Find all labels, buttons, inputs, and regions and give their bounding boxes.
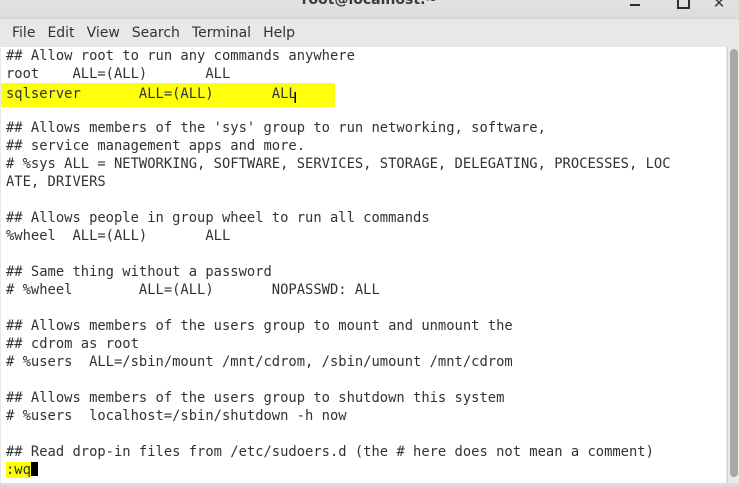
terminal-line: # %sys ALL = NETWORKING, SOFTWARE, SERVI…	[6, 156, 671, 172]
text-cursor	[30, 462, 38, 476]
terminal-line: ## service management apps and more.	[6, 138, 306, 154]
minimize-button[interactable]	[624, 0, 646, 12]
menu-help[interactable]: Help	[257, 25, 301, 41]
menu-file[interactable]: File	[0, 25, 41, 41]
menu-view[interactable]: View	[81, 25, 126, 41]
ibeam-cursor-icon: Ⅰ	[293, 89, 298, 107]
maximize-icon	[676, 0, 690, 9]
terminal-view[interactable]: ## Allow root to run any commands anywhe…	[1, 47, 726, 483]
terminal-line: ## Allows members of the users group to …	[6, 390, 505, 406]
terminal-line: # %users ALL=/sbin/mount /mnt/cdrom, /sb…	[6, 354, 513, 370]
scrollbar[interactable]	[727, 47, 739, 483]
terminal-line: ## Allow root to run any commands anywhe…	[6, 48, 355, 64]
minimize-icon	[630, 4, 640, 6]
terminal-line: ## Same thing without a password	[6, 264, 272, 280]
terminal-line-highlighted: sqlserver ALL=(ALL) ALL	[6, 86, 297, 102]
terminal-line: ## Read drop-in files from /etc/sudoers.…	[6, 444, 654, 460]
title-bar: root@localhost:~ ✕	[0, 0, 739, 19]
menu-search[interactable]: Search	[126, 25, 186, 41]
close-button[interactable]: ✕	[708, 0, 730, 12]
terminal-line: ## Allows people in group wheel to run a…	[6, 210, 430, 226]
terminal-line: ## cdrom as root	[6, 336, 139, 352]
terminal-line: # %wheel ALL=(ALL) NOPASSWD: ALL	[6, 282, 380, 298]
terminal-line: ## Allows members of the 'sys' group to …	[6, 120, 546, 136]
scrollbar-thumb[interactable]	[730, 49, 738, 477]
maximize-button[interactable]	[672, 0, 694, 12]
terminal-line: root ALL=(ALL) ALL	[6, 66, 231, 82]
terminal-line: ## Allows members of the users group to …	[6, 318, 513, 334]
terminal-line: ATE, DRIVERS	[6, 174, 106, 190]
terminal-line: %wheel ALL=(ALL) ALL	[6, 228, 231, 244]
menu-edit[interactable]: Edit	[41, 25, 80, 41]
menu-bar: File Edit View Search Terminal Help	[0, 19, 739, 47]
terminal-line: # %users localhost=/sbin/shutdown -h now	[6, 408, 347, 424]
vim-command-text: :wq	[6, 462, 31, 478]
close-icon: ✕	[712, 0, 726, 12]
menu-terminal[interactable]: Terminal	[186, 25, 257, 41]
vim-command-line[interactable]: :wq	[6, 461, 38, 479]
